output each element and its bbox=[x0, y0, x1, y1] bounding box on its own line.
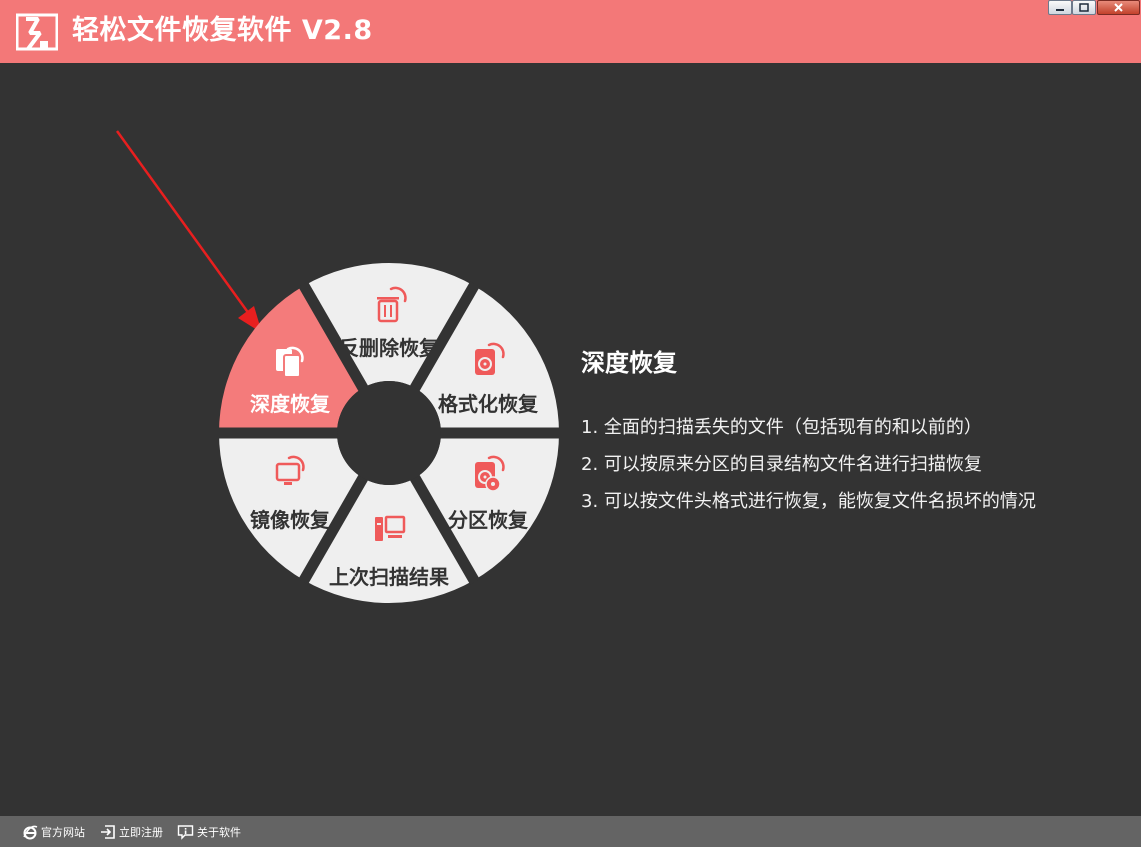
wheel-center-hub bbox=[337, 381, 441, 485]
official-website-link[interactable]: 官方网站 bbox=[22, 824, 85, 840]
about-software-link[interactable]: 关于软件 bbox=[177, 824, 241, 840]
register-link[interactable]: 立即注册 bbox=[100, 824, 163, 840]
status-link-label: 官方网站 bbox=[41, 826, 85, 839]
status-link-label: 关于软件 bbox=[197, 826, 241, 839]
detail-line: 1. 全面的扫描丢失的文件（包括现有的和以前的） bbox=[581, 417, 982, 438]
detail-line: 2. 可以按原来分区的目录结构文件名进行扫描恢复 bbox=[581, 454, 982, 475]
status-link-label: 立即注册 bbox=[119, 826, 163, 839]
ie-browser-icon bbox=[23, 825, 38, 840]
detail-title: 深度恢复 bbox=[581, 349, 677, 377]
menu-item-label: 格式化恢复 bbox=[438, 392, 539, 416]
menu-item-label: 上次扫描结果 bbox=[329, 565, 449, 589]
menu-item-label: 镜像恢复 bbox=[250, 508, 331, 532]
detail-description-list: 1. 全面的扫描丢失的文件（包括现有的和以前的） 2. 可以按原来分区的目录结构… bbox=[581, 416, 1036, 527]
menu-item-label: 深度恢复 bbox=[250, 392, 331, 416]
info-icon bbox=[177, 825, 194, 840]
detail-line: 3. 可以按文件头格式进行恢复，能恢复文件名损坏的情况 bbox=[581, 491, 1036, 512]
menu-item-label: 反删除恢复 bbox=[339, 336, 440, 360]
menu-item-label: 分区恢复 bbox=[448, 508, 529, 532]
status-bar: 官方网站 立即注册 关于软件 bbox=[0, 816, 1141, 847]
register-icon bbox=[101, 825, 115, 839]
